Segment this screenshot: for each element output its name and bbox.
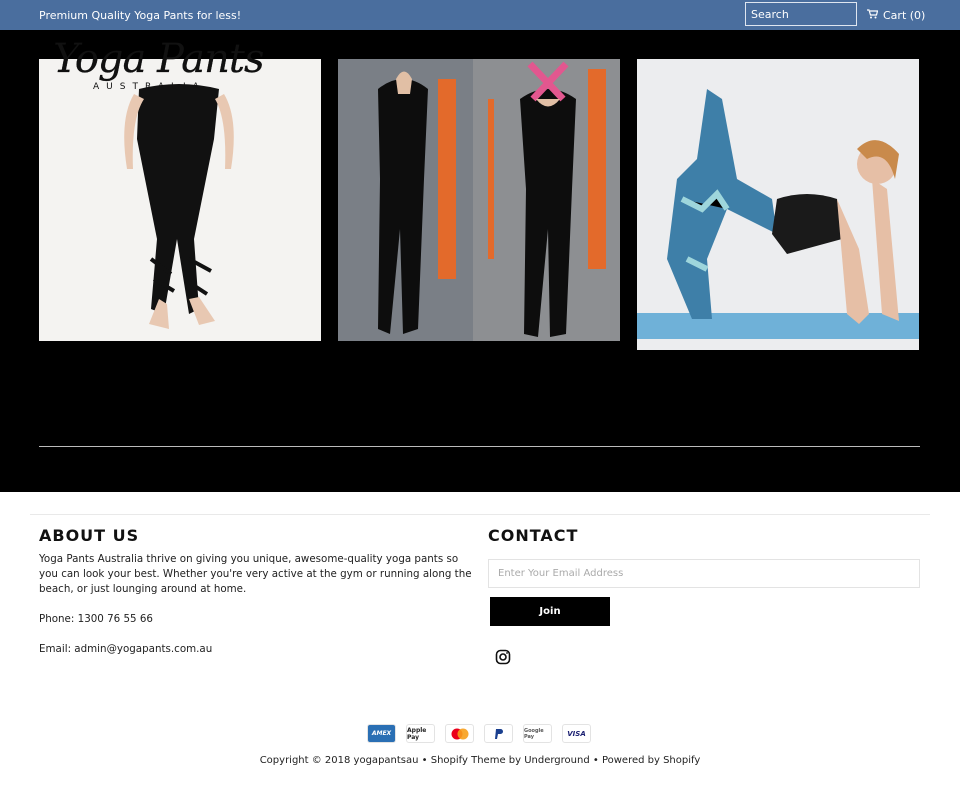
product-card[interactable] (39, 59, 321, 360)
logo-script: Yoga Pants (53, 36, 265, 82)
instagram-icon[interactable] (495, 649, 511, 665)
about-paragraph: Yoga Pants Australia thrive on giving yo… (39, 553, 472, 595)
product-image[interactable] (637, 59, 919, 350)
cart-icon (867, 9, 879, 22)
apple-pay-icon: Apple Pay (406, 724, 435, 743)
search-input[interactable] (745, 2, 857, 26)
visa-label: VISA (567, 729, 586, 738)
product-image[interactable] (39, 59, 321, 341)
cart-label: Cart (0) (883, 9, 926, 22)
cart-link[interactable]: Cart (0) (867, 9, 925, 22)
mastercard-icon (445, 724, 474, 743)
phone-text: Phone: 1300 76 55 66 (39, 613, 153, 625)
join-button[interactable]: Join (490, 597, 610, 626)
google-pay-label: Google Pay (524, 727, 544, 740)
featured-collection: Yoga Pants AUSTRALIA (0, 30, 960, 492)
google-pay-icon: Google Pay (523, 724, 552, 743)
apple-pay-label: Apple Pay (407, 726, 427, 741)
product-image[interactable] (338, 59, 620, 341)
about-title: ABOUT US (39, 526, 140, 545)
footer-divider (30, 514, 930, 515)
payment-icons: AMEX Apple Pay Google Pay VISA (367, 724, 591, 743)
amex-icon: AMEX (367, 724, 396, 743)
promo-text: Premium Quality Yoga Pants for less! (39, 9, 242, 22)
amex-label: AMEX (371, 730, 392, 737)
about-text: Yoga Pants Australia thrive on giving yo… (39, 552, 479, 672)
product-card[interactable] (637, 59, 919, 360)
email-text: Email: admin@yogapants.com.au (39, 643, 213, 655)
site-logo[interactable]: Yoga Pants AUSTRALIA (41, 36, 281, 96)
visa-icon: VISA (562, 724, 591, 743)
section-divider (39, 446, 920, 447)
copyright-text: Copyright © 2018 yogapantsau • Shopify T… (259, 755, 701, 766)
newsletter-email-field[interactable] (488, 559, 920, 588)
announcement-bar: Premium Quality Yoga Pants for less! Car… (0, 0, 960, 30)
logo-subtitle: AUSTRALIA (93, 82, 206, 92)
product-card[interactable] (338, 59, 620, 360)
contact-title: CONTACT (488, 526, 579, 545)
paypal-icon (484, 724, 513, 743)
